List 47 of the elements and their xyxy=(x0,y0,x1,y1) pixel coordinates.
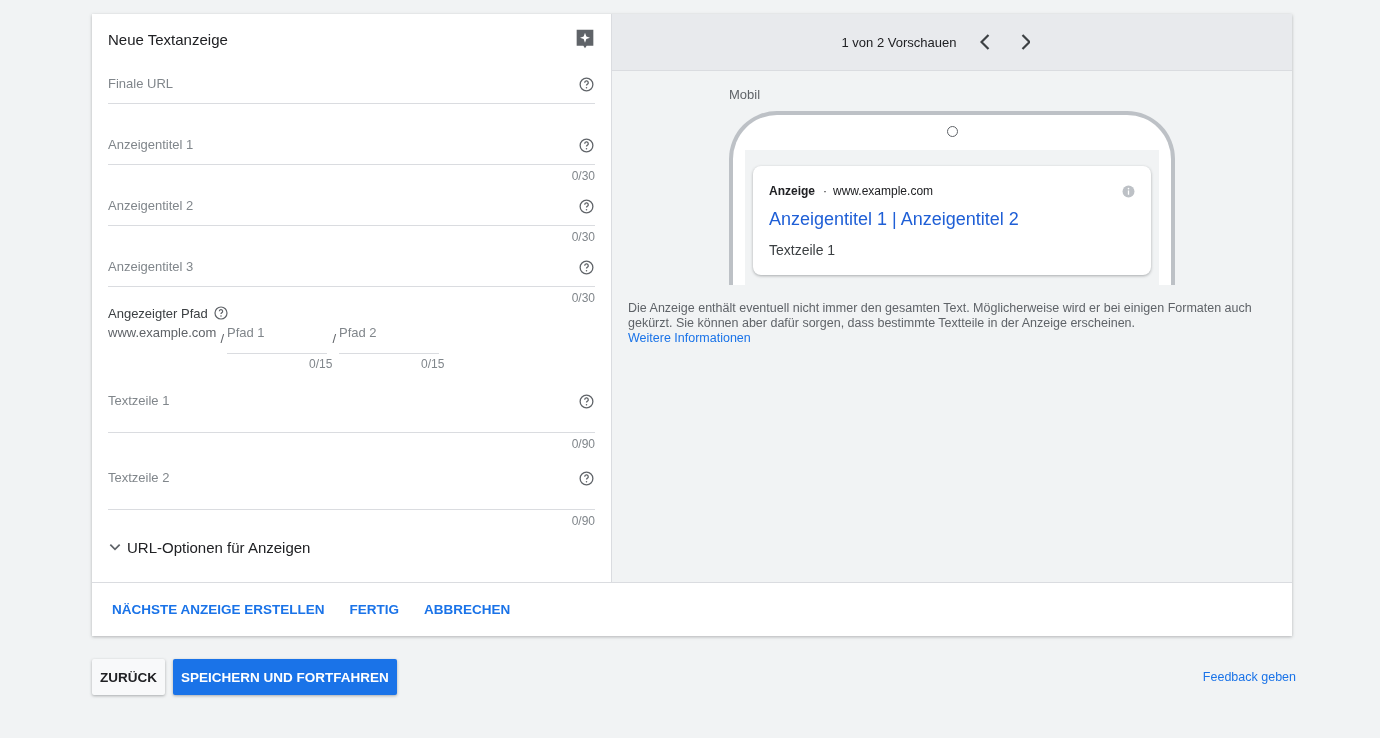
preview-note: Die Anzeige enthält eventuell nicht immer den gesamten Text. Möglicherweise wird er bei einigen Formaten auch gekürzt. Sie können aber dafür sorgen, dass bestimmte Textteile in der Anzeige erscheinen. Weitere Informationen xyxy=(628,301,1253,346)
character-counter: 0/15 xyxy=(309,357,333,371)
character-counter: 0/15 xyxy=(421,357,445,371)
domain-text: www.example.com xyxy=(108,324,218,342)
separator-dot: · xyxy=(823,184,827,198)
input-field[interactable]: Finale URL xyxy=(108,72,595,104)
character-counter: 0/30 xyxy=(571,290,595,305)
url-options-toggle[interactable]: URL-Optionen für Anzeigen xyxy=(108,537,595,557)
chevron-right-icon xyxy=(1020,34,1031,50)
text-area[interactable]: Textzeile 1 xyxy=(108,377,595,433)
ad-url: www.example.com xyxy=(833,184,935,198)
character-counter: 0/90 xyxy=(571,513,595,528)
help-icon xyxy=(578,259,595,276)
text-area[interactable]: Textzeile 2 xyxy=(108,454,595,510)
help-icon xyxy=(578,198,595,215)
info-icon xyxy=(1122,184,1135,198)
help-icon xyxy=(578,393,595,410)
chevron-left-icon xyxy=(980,34,991,50)
character-counter: 0/30 xyxy=(571,229,595,244)
back-button[interactable]: ZURÜCK xyxy=(92,659,165,695)
character-counter: 0/90 xyxy=(571,436,595,451)
action-button[interactable]: FERTIG xyxy=(341,594,407,625)
input-field[interactable]: Anzeigentitel 2 xyxy=(108,194,595,226)
sparkle-icon xyxy=(575,28,595,50)
ad-description: Textzeile 1 xyxy=(769,242,837,258)
help-icon xyxy=(212,305,229,321)
path-field[interactable]: Pfad 2 xyxy=(339,325,439,354)
help-icon xyxy=(578,137,595,154)
device-label: Mobil xyxy=(729,87,762,104)
character-counter: 0/30 xyxy=(571,168,595,183)
pager-text: 1 von 2 Vorschauen xyxy=(841,34,957,50)
form-title: Neue Textanzeige xyxy=(108,30,228,48)
action-button[interactable]: NÄCHSTE ANZEIGE ERSTELLEN xyxy=(104,594,333,625)
path-field[interactable]: Pfad 1 xyxy=(227,325,327,354)
save-button[interactable]: SPEICHERN UND FORTFAHREN xyxy=(173,659,397,695)
path-separator: / xyxy=(220,330,225,348)
ad-headline[interactable]: Anzeigentitel 1 | Anzeigentitel 2 xyxy=(769,209,1135,230)
help-icon xyxy=(578,470,595,487)
action-button[interactable]: ABBRECHEN xyxy=(416,594,519,625)
ad-label: Anzeige xyxy=(769,184,815,198)
path-label: Angezeigter Pfad xyxy=(108,305,208,321)
path-separator: / xyxy=(332,330,337,348)
feedback-link[interactable]: Feedback geben xyxy=(1202,670,1296,684)
help-icon xyxy=(578,76,595,93)
learn-more-link[interactable]: Weitere Informationen xyxy=(628,331,751,345)
input-field[interactable]: Anzeigentitel 1 xyxy=(108,133,595,165)
input-field[interactable]: Anzeigentitel 3 xyxy=(108,255,595,287)
